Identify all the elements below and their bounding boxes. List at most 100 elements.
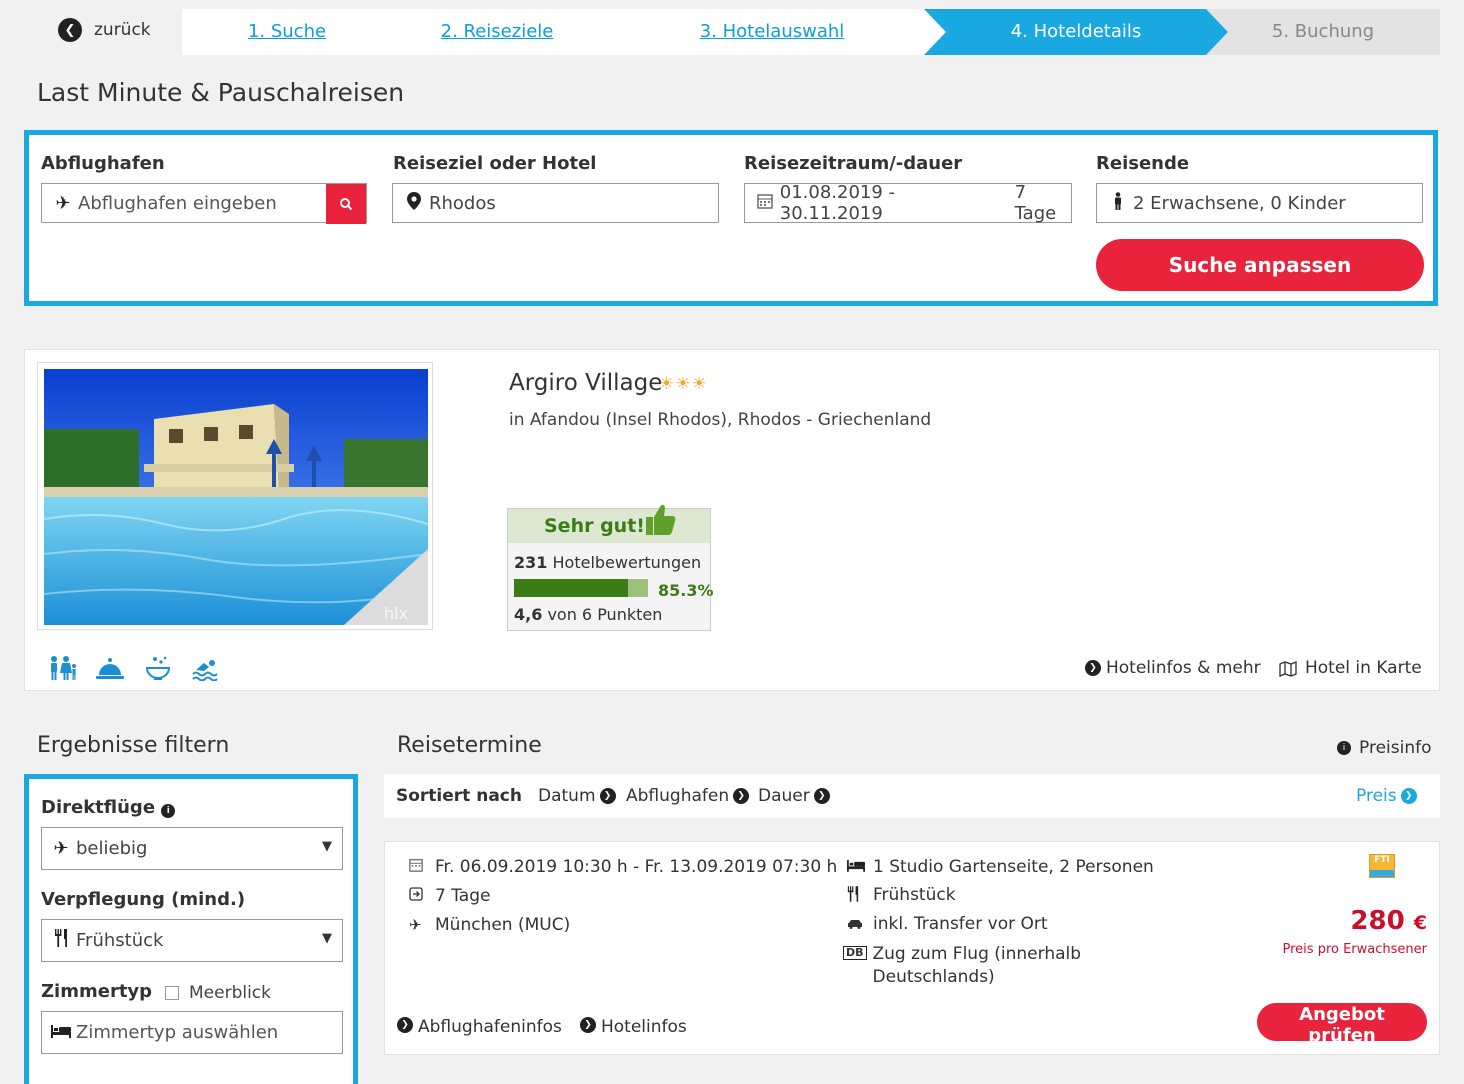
plane-icon: ✈ — [409, 916, 422, 934]
offer-duration-row: 7 Tage — [409, 886, 490, 906]
back-button[interactable]: ❮ zurück — [58, 18, 151, 42]
step-booking: 5. Buchung — [1271, 21, 1375, 42]
recommendation-bar-fill — [514, 579, 629, 597]
step-hotel-selection[interactable]: 3. Hotelauswahl — [642, 9, 902, 55]
destination-input[interactable]: Rhodos — [392, 183, 719, 223]
duration-icon — [409, 887, 435, 905]
offer-duration: 7 Tage — [435, 886, 491, 906]
service-bell-icon — [96, 658, 124, 679]
search-form: Abflughafen ✈ Abflughafen eingeben Reise… — [24, 130, 1438, 306]
info-icon: i — [1337, 741, 1351, 755]
offer-train-line1: Zug zum Flug (innerhalb — [872, 944, 1082, 964]
price-info-link[interactable]: i Preisinfo — [1337, 738, 1432, 758]
star-rating: ☀☀☀ — [659, 374, 708, 394]
rating-header: Sehr gut! — [508, 504, 710, 543]
db-logo-icon: DB — [843, 946, 867, 960]
recommendation-bar — [514, 579, 648, 597]
direct-flights-select[interactable]: ✈ beliebig ▼ — [41, 827, 343, 870]
hotel-info-offer-link[interactable]: ❯ Hotelinfos — [580, 1017, 687, 1037]
sort-by-airport[interactable]: Abflughafen ❯ — [626, 786, 750, 806]
sort-by-price[interactable]: Preis ❯ — [1356, 786, 1417, 806]
offer-transfer-row: inkl. Transfer vor Ort — [847, 914, 1048, 934]
rating-box[interactable]: Sehr gut! 231 Hotelbewertungen 85.3% 4,6… — [507, 504, 714, 631]
step-search[interactable]: 1. Suche — [182, 9, 392, 55]
results-title: Reisetermine — [397, 733, 542, 758]
direct-flights-value: beliebig — [76, 838, 148, 859]
duration-value: 7 Tage — [1014, 182, 1057, 224]
caret-down-icon: ▼ — [322, 931, 332, 946]
offer-room: 1 Studio Gartenseite, 2 Personen — [873, 857, 1154, 877]
photo-watermark: hlx — [384, 604, 408, 623]
hotel-info-link[interactable]: ❯ Hotelinfos & mehr — [1085, 658, 1261, 678]
departure-placeholder: Abflughafen eingeben — [78, 192, 277, 214]
offer-room-row: 1 Studio Gartenseite, 2 Personen — [847, 857, 1154, 877]
destination-label: Reiseziel oder Hotel — [393, 153, 597, 174]
airport-info-link[interactable]: ❯ Abflughafeninfos — [397, 1017, 562, 1037]
calendar-icon — [751, 193, 780, 214]
period-value: 01.08.2019 - 30.11.2019 — [779, 182, 896, 224]
chevron-right-icon: ❯ — [397, 1017, 413, 1033]
check-offer-button[interactable]: Angebot prüfen — [1257, 1003, 1427, 1046]
step-hotel-details: 4. Hoteldetails — [1010, 21, 1142, 42]
seaview-checkbox[interactable]: Meerblick — [165, 983, 271, 1003]
sort-date-label: Datum — [538, 786, 596, 806]
offer-board-row: Frühstück — [847, 885, 956, 906]
thumbs-up-icon — [646, 504, 676, 535]
chevron-left-icon: ❮ — [58, 18, 82, 42]
recommendation-percent: 85.3% — [658, 581, 714, 600]
sort-bar: Sortiert nach Datum ❯ Abflughafen ❯ Daue… — [384, 774, 1440, 818]
hotel-map-link[interactable]: Hotel in Karte — [1279, 658, 1422, 678]
chevron-down-icon: ❯ — [1400, 788, 1417, 804]
offer-train-row: DB Zug zum Flug (innerhalb Deutschlands) — [843, 943, 1081, 989]
offer-card: Fr. 06.09.2019 10:30 h - Fr. 13.09.2019 … — [384, 841, 1440, 1055]
offer-board: Frühstück — [873, 885, 956, 905]
room-type-label: Zimmertyp — [41, 981, 153, 1002]
travelers-label: Reisende — [1096, 153, 1190, 174]
info-icon[interactable]: i — [161, 804, 176, 818]
swimming-icon — [192, 660, 218, 681]
board-select[interactable]: Frühstück ▼ — [41, 919, 343, 962]
hotel-location: in Afandou (Insel Rhodos), Rhodos - Grie… — [509, 410, 932, 430]
chevron-down-icon: ❯ — [813, 788, 830, 804]
bed-icon — [847, 858, 873, 876]
checkbox-box[interactable] — [165, 986, 179, 1000]
board-value: Frühstück — [76, 930, 164, 951]
hotel-photo[interactable]: hlx — [44, 369, 428, 625]
airport-info-label: Abflughafeninfos — [418, 1017, 562, 1037]
filter-panel: Direktflüge i ✈ beliebig ▼ Verpflegung (… — [24, 774, 358, 1084]
sort-by-date[interactable]: Datum ❯ — [538, 786, 616, 806]
step-destinations[interactable]: 2. Reiseziele — [392, 9, 602, 55]
review-label: Hotelbewertungen — [552, 553, 702, 572]
room-type-input[interactable]: Zimmertyp auswählen — [41, 1011, 343, 1054]
offer-airport-row: ✈ München (MUC) — [409, 915, 570, 935]
booking-steps: 1. Suche 2. Reiseziele 3. Hotelauswahl 4… — [182, 9, 1440, 55]
map-pin-icon — [399, 191, 429, 215]
rating-label: Sehr gut! — [544, 515, 645, 537]
sort-by-duration[interactable]: Dauer ❯ — [758, 786, 830, 806]
offer-train-line2: Deutschlands) — [872, 967, 995, 987]
price-currency: € — [1413, 912, 1427, 934]
score-label: von 6 Punkten — [547, 605, 663, 624]
price-value: 280 — [1350, 906, 1405, 936]
update-search-button[interactable]: Suche anpassen — [1096, 239, 1424, 291]
score-value: 4,6 — [514, 605, 543, 624]
offer-dates-row: Fr. 06.09.2019 10:30 h - Fr. 13.09.2019 … — [409, 857, 837, 877]
destination-value: Rhodos — [429, 192, 496, 214]
search-icon[interactable] — [326, 184, 366, 224]
sort-label: Sortiert nach — [396, 786, 522, 806]
filters-title: Ergebnisse filtern — [37, 733, 230, 758]
bed-icon — [46, 1022, 76, 1043]
price-note: Preis pro Erwachsener — [1282, 942, 1427, 957]
cutlery-icon — [847, 886, 873, 906]
sort-duration-label: Dauer — [758, 786, 810, 806]
plane-icon: ✈ — [53, 838, 69, 859]
offer-price: 280 € — [1350, 906, 1427, 936]
period-input[interactable]: 01.08.2019 - 30.11.2019 7 Tage — [744, 182, 1072, 224]
review-count: 231 — [514, 553, 548, 572]
sort-price-label: Preis — [1356, 786, 1397, 806]
travelers-input[interactable]: 2 Erwachsene, 0 Kinder — [1096, 183, 1423, 223]
back-label: zurück — [94, 20, 151, 40]
spa-icon — [145, 656, 171, 680]
departure-input[interactable]: ✈ Abflughafen eingeben — [41, 183, 367, 224]
sort-airport-label: Abflughafen — [626, 786, 730, 806]
